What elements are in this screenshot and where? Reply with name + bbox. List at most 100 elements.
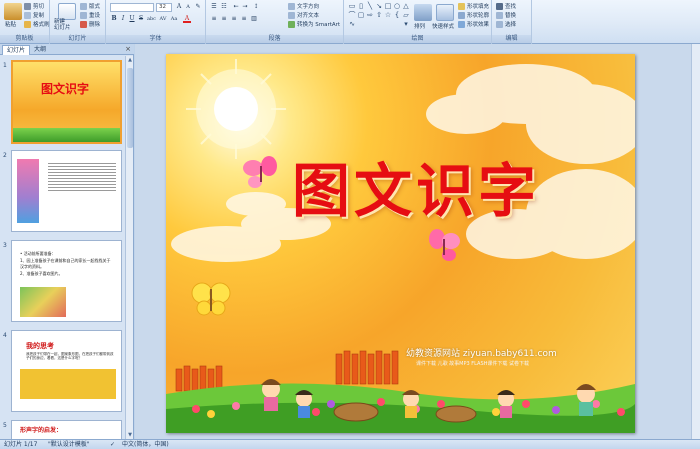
align-text-button[interactable]: 对齐文本 — [288, 11, 319, 19]
new-slide-icon[interactable] — [58, 3, 76, 20]
curve-shape-icon[interactable]: ⌒ — [348, 11, 356, 19]
rounded-rect-shape-icon[interactable]: ▢ — [357, 11, 365, 19]
increase-indent-button[interactable]: ⇥ — [241, 3, 249, 11]
italic-button[interactable]: I — [119, 15, 127, 23]
star-shape-icon[interactable]: ☆ — [384, 11, 392, 19]
reset-button[interactable]: 重设 — [80, 11, 100, 19]
thumbnail-slide-3[interactable]: • 活动前所要准备： 1、园上准备孩子在课前和自己的家长一起找找关于 汉字的资料… — [11, 240, 122, 322]
scroll-down-icon[interactable]: ▼ — [126, 431, 134, 439]
new-slide-button[interactable]: 新建 幻灯片 — [54, 19, 71, 31]
thumb-body: 我把孩子们带在一起，图案象形图，在把孩子们都带到孩子们的身边，看看，这是什么字呢… — [26, 352, 114, 360]
scroll-up-icon[interactable]: ▲ — [126, 56, 134, 64]
shape-effects-button[interactable]: 形状效果 — [458, 20, 489, 28]
arrange-icon[interactable] — [414, 4, 432, 21]
more-shapes-icon[interactable]: ▾ — [402, 20, 410, 28]
slide-canvas[interactable]: 图文识字 幼教资源网站 ziyuan.baby611.com 课件下载 儿歌 故… — [166, 54, 635, 433]
copy-button[interactable]: 复制 — [24, 11, 44, 19]
thumb-line: 汉字的资料。 — [20, 264, 44, 269]
thumbnail-slide-4[interactable]: 我的思考 我把孩子们带在一起，图案象形图，在把孩子们都带到孩子们的身边，看看，这… — [11, 330, 122, 412]
arrow-right-shape-icon[interactable]: ⇨ — [366, 11, 374, 19]
copy-label: 复制 — [33, 13, 45, 19]
align-center-button[interactable]: ≡ — [220, 15, 228, 23]
clipboard-group-label: 剪贴板 — [0, 35, 49, 43]
freeform-shape-icon[interactable]: ∿ — [348, 20, 356, 28]
char-spacing-button[interactable]: AV — [159, 15, 167, 23]
paste-button[interactable]: 粘贴 — [5, 20, 16, 28]
quick-styles-icon[interactable] — [436, 4, 454, 21]
binoculars-icon — [496, 2, 503, 10]
find-button[interactable]: 查找 — [496, 2, 516, 10]
replace-button[interactable]: 替换 — [496, 11, 516, 19]
scroll-thumb[interactable] — [127, 68, 133, 148]
quick-styles-button[interactable]: 快速样式 — [432, 22, 454, 30]
tab-slides[interactable]: 幻灯片 — [2, 45, 31, 55]
numbering-button[interactable]: ☷ — [220, 3, 228, 11]
cut-button[interactable]: 剪切 — [24, 2, 44, 10]
thumbnail-slide-5[interactable]: 形声字的启发： — [11, 420, 122, 439]
panel-tabs: 幻灯片 大纲 × — [0, 44, 134, 55]
columns-button[interactable]: ▥ — [250, 15, 258, 23]
text-direction-button[interactable]: 文字方向 — [288, 2, 319, 10]
bullets-button[interactable]: ☰ — [210, 3, 218, 11]
change-case-button[interactable]: Aa — [170, 15, 178, 23]
arrange-button[interactable]: 排列 — [414, 22, 425, 30]
underline-button[interactable]: U — [128, 15, 136, 23]
reset-label: 重设 — [89, 13, 101, 19]
font-size-field[interactable]: 32 — [156, 3, 172, 12]
triangle-shape-icon[interactable]: △ — [402, 2, 410, 10]
smartart-button[interactable]: 转换为 SmartArt — [288, 20, 340, 28]
slide-scrollbar[interactable] — [691, 44, 700, 439]
rect-shape-icon[interactable]: □ — [384, 2, 392, 10]
shape-fill-button[interactable]: 形状填充 — [458, 2, 489, 10]
butterfly-icon — [429, 229, 460, 261]
slides-group-label: 幻灯片 — [50, 35, 105, 43]
clipboard-group: 粘贴 剪切 复制 格式刷 剪贴板 — [0, 0, 50, 44]
select-button[interactable]: 选择 — [496, 20, 516, 28]
oval-shape-icon[interactable]: ○ — [393, 2, 401, 10]
clear-format-button[interactable]: ✎ — [194, 3, 202, 11]
thumbnail-slide-2[interactable] — [11, 150, 122, 232]
textbox-vertical-shape-icon[interactable]: ▯ — [357, 2, 365, 10]
cut-label: 剪切 — [33, 4, 45, 10]
delete-slide-button[interactable]: 删除 — [80, 20, 100, 28]
text-direction-label: 文字方向 — [297, 4, 320, 10]
arrow-shape-icon[interactable]: ↘ — [375, 2, 383, 10]
strikethrough-button[interactable]: S — [137, 15, 145, 23]
thumbnail-slide-1[interactable]: 图文识字 — [11, 60, 122, 144]
layout-button[interactable]: 版式 — [80, 2, 100, 10]
line-shape-icon[interactable]: ╲ — [366, 2, 374, 10]
tab-outline[interactable]: 大纲 — [30, 45, 50, 55]
slides-group: 新建 幻灯片 版式 重设 删除 幻灯片 — [50, 0, 106, 44]
butterfly-icon — [191, 282, 231, 316]
shape-outline-button[interactable]: 形状轮廓 — [458, 11, 489, 19]
watermark-text: 幼教资源网站 ziyuan.baby611.com — [406, 349, 557, 359]
textbox-shape-icon[interactable]: ▭ — [348, 2, 356, 10]
brush-icon — [24, 20, 31, 28]
copy-icon — [24, 11, 31, 19]
arrow-up-shape-icon[interactable]: ⇧ — [375, 11, 383, 19]
slide-title[interactable]: 图文识字 — [266, 144, 566, 228]
spellcheck-icon[interactable]: ✓ — [110, 440, 115, 449]
panel-scrollbar[interactable]: ▲ ▼ — [125, 56, 133, 439]
align-right-button[interactable]: ≡ — [230, 15, 238, 23]
bold-button[interactable]: B — [110, 15, 118, 23]
grow-font-button[interactable]: A — [175, 3, 183, 11]
callout-shape-icon[interactable]: ▱ — [402, 11, 410, 19]
close-icon[interactable]: × — [125, 45, 131, 53]
language[interactable]: 中文(简体，中国) — [122, 440, 169, 449]
justify-button[interactable]: ≡ — [240, 15, 248, 23]
ribbon: 粘贴 剪切 复制 格式刷 剪贴板 新建 幻灯片 版式 重设 删除 幻灯片 32 … — [0, 0, 700, 44]
align-left-button[interactable]: ≡ — [210, 15, 218, 23]
slide-count: 幻灯片 1/17 — [4, 441, 38, 448]
paste-icon[interactable] — [4, 3, 22, 20]
format-painter-button[interactable]: 格式刷 — [24, 20, 50, 28]
shrink-font-button[interactable]: A — [184, 3, 192, 11]
format-painter-label: 格式刷 — [33, 22, 50, 28]
font-name-field[interactable] — [110, 3, 154, 12]
shadow-button[interactable]: abc — [147, 15, 156, 23]
decrease-indent-button[interactable]: ⇤ — [232, 3, 240, 11]
line-spacing-button[interactable]: ↕ — [252, 3, 260, 11]
brace-shape-icon[interactable]: { — [393, 11, 401, 19]
thumb-castle-image — [17, 159, 39, 223]
font-color-button[interactable]: A — [183, 15, 191, 23]
